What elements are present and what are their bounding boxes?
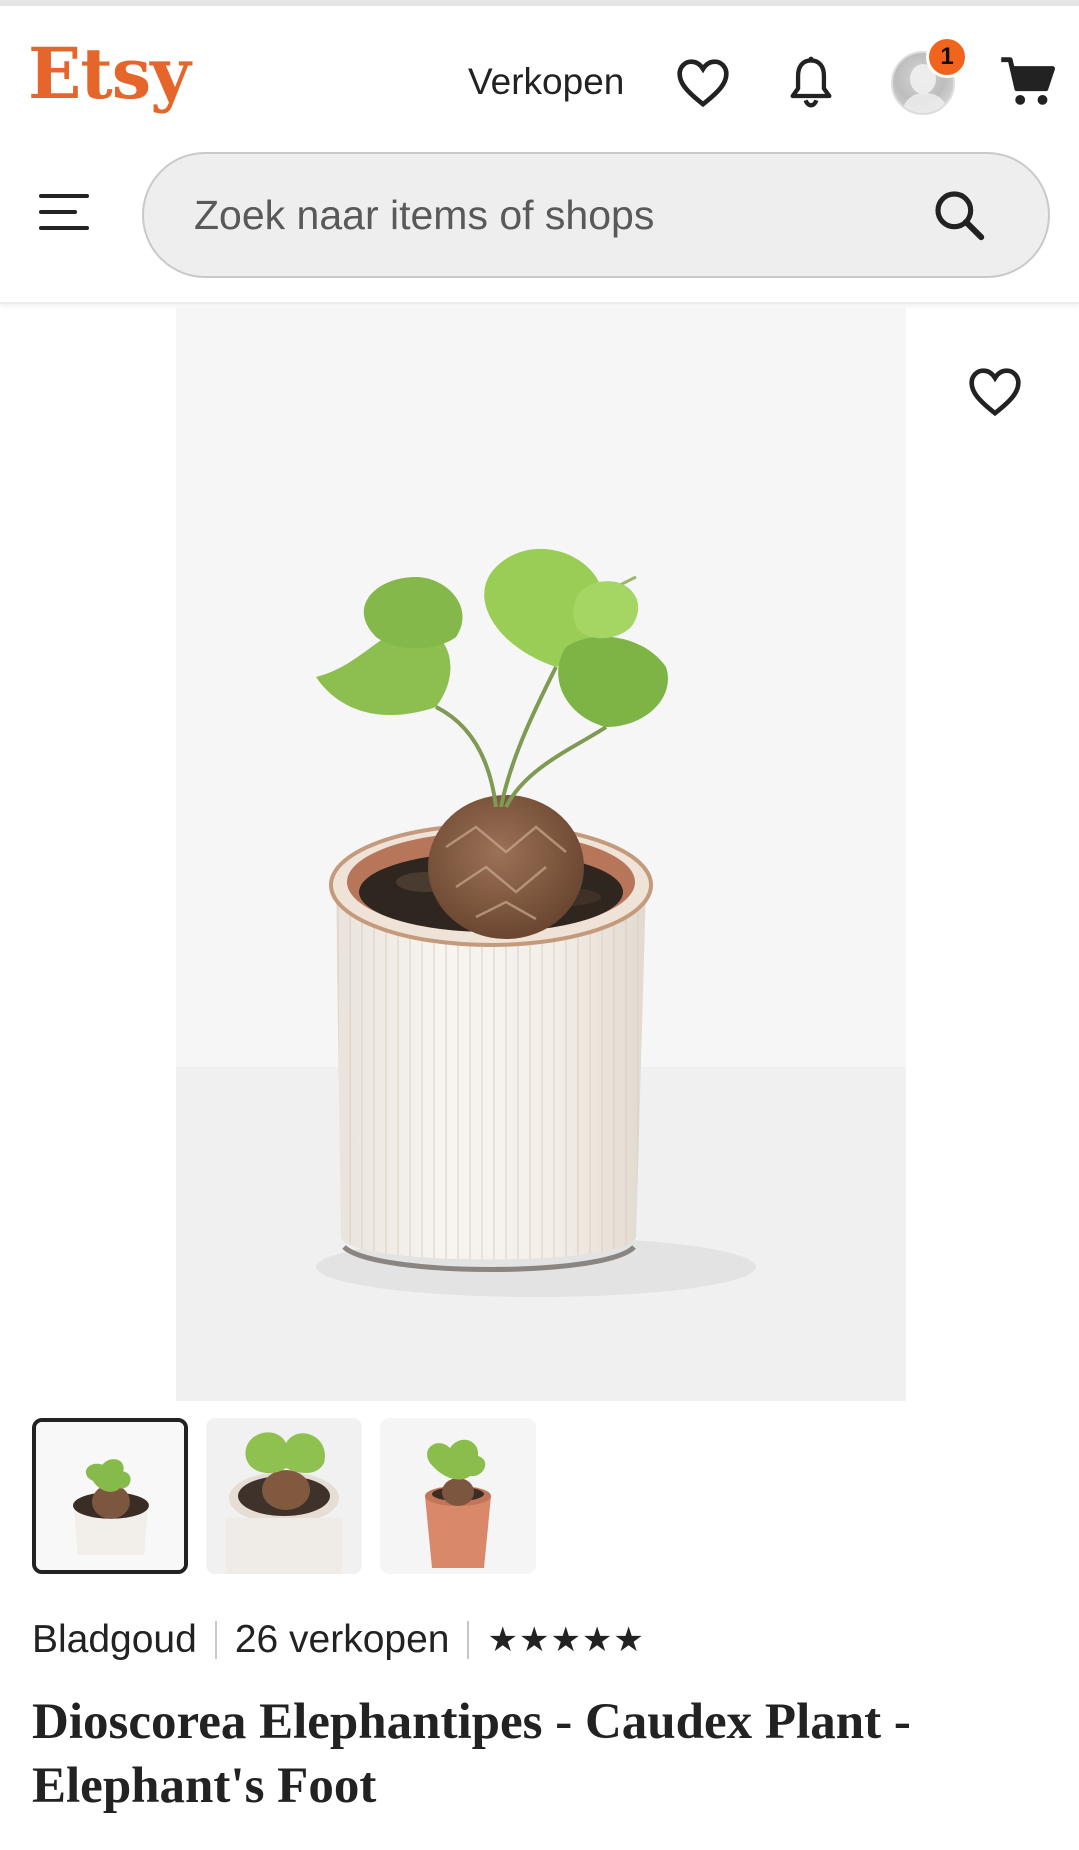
search-icon bbox=[935, 191, 985, 241]
search-button[interactable] bbox=[924, 180, 994, 250]
notification-badge: 1 bbox=[926, 36, 968, 78]
sales-count: 26 verkopen bbox=[234, 1618, 450, 1661]
listing-title: Dioscorea Elephantipes - Caudex Plant - … bbox=[32, 1694, 911, 1814]
sell-link[interactable]: Verkopen bbox=[468, 61, 624, 103]
site-header: Etsy Verkopen 1 bbox=[0, 6, 1079, 304]
thumbnail-3[interactable] bbox=[380, 1418, 536, 1574]
plant-photo bbox=[176, 307, 906, 1401]
listing-main-image[interactable] bbox=[176, 307, 906, 1401]
rating-stars[interactable]: ★★★★★ bbox=[487, 1620, 644, 1660]
thumbnail-2[interactable] bbox=[206, 1418, 362, 1574]
shop-info: Bladgoud 26 verkopen ★★★★★ bbox=[32, 1618, 645, 1662]
etsy-logo[interactable]: Etsy bbox=[28, 32, 191, 115]
cart-icon bbox=[1001, 57, 1055, 105]
heart-icon bbox=[677, 59, 729, 108]
search-input[interactable] bbox=[194, 180, 894, 250]
heart-icon bbox=[969, 368, 1021, 417]
cart-button[interactable] bbox=[996, 50, 1060, 114]
bell-icon bbox=[790, 56, 832, 108]
divider bbox=[467, 1621, 470, 1659]
notifications-button[interactable] bbox=[779, 50, 843, 114]
thumbnail-1[interactable] bbox=[32, 1418, 188, 1574]
menu-button[interactable] bbox=[34, 186, 94, 238]
listing-favorite-button[interactable] bbox=[960, 360, 1030, 422]
search-bar[interactable] bbox=[142, 152, 1050, 278]
divider bbox=[214, 1621, 217, 1659]
shop-name-link[interactable]: Bladgoud bbox=[32, 1618, 197, 1662]
favorites-button[interactable] bbox=[668, 50, 738, 114]
hamburger-menu-icon bbox=[39, 194, 89, 230]
thumbnail-strip bbox=[32, 1418, 536, 1574]
